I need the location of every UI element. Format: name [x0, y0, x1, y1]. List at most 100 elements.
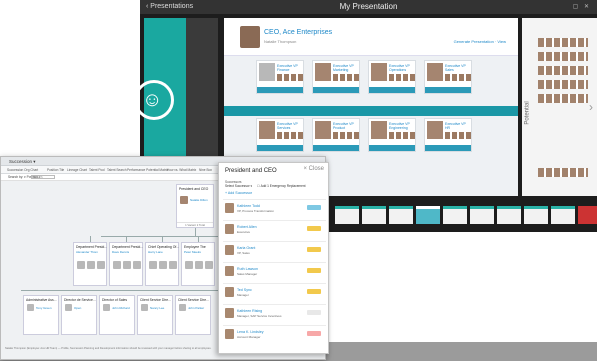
node-incumbent: Harry Lane: [148, 250, 163, 254]
avatar: [225, 308, 234, 318]
tab-performance-potential[interactable]: Performance Potential Matrix: [127, 168, 168, 172]
successor-name[interactable]: Lena K. Lindsley: [237, 330, 264, 334]
org-node[interactable]: Director of Sales John Richard: [99, 295, 135, 335]
successor-title: VP, Process Transformation: [237, 209, 274, 213]
successor-row[interactable]: Karla Grant VP, Sales: [223, 241, 326, 258]
tab-succession-org-chart[interactable]: Succession Org Chart: [7, 168, 38, 172]
succession-menu[interactable]: Succession ▾: [9, 159, 36, 165]
successor-name[interactable]: Karla Grant: [237, 246, 255, 250]
ceo-actions[interactable]: Generate Presentation · View: [454, 39, 506, 44]
avatar: [259, 121, 275, 139]
org-node[interactable]: Chief Operating Of... Harry Lane: [145, 242, 179, 286]
avatar: [27, 304, 34, 311]
close-panel-button[interactable]: × Close: [303, 166, 324, 172]
org-node[interactable]: Administrative Ass... Tony Green: [23, 295, 59, 335]
select-successor-dropdown[interactable]: Select Successor ▾: [225, 184, 252, 188]
avatar: [371, 121, 387, 139]
org-node[interactable]: Director de Service... Open: [61, 295, 97, 335]
avatar: [427, 121, 443, 139]
node-title: President and CEO: [179, 187, 209, 191]
node-incumbent: John Parker: [188, 306, 205, 310]
org-node[interactable]: Employee The Peter Meeks: [181, 242, 215, 286]
successor-thumbnails: [445, 132, 471, 139]
window-controls-icon[interactable]: ▢ ✕: [573, 3, 591, 10]
avatar: [315, 63, 331, 81]
successor-name[interactable]: Robert Allen: [237, 225, 257, 229]
avatar: [225, 329, 234, 339]
successor-name[interactable]: Ted Sync: [237, 288, 252, 292]
avatar: [259, 63, 275, 81]
avatar: [123, 261, 131, 269]
slide-person-card[interactable]: Executive VP Operations: [368, 60, 416, 94]
node-incumbent: Nancy Lee: [150, 306, 165, 310]
node-incumbent: Natalie Dillon: [190, 198, 208, 202]
avatar: [77, 261, 85, 269]
ceo-avatar: [240, 26, 260, 48]
filmstrip-slide[interactable]: [389, 206, 413, 224]
slide-person-card[interactable]: Executive VP Services: [256, 118, 304, 152]
node-title: Chief Operating Of...: [148, 245, 180, 249]
successor-name[interactable]: Kathleen Rising: [237, 309, 262, 313]
successor-name[interactable]: Kathleen Todd: [237, 204, 260, 208]
card-name: Executive VP Operations: [389, 64, 410, 72]
filmstrip-slide[interactable]: [362, 206, 386, 224]
successor-thumbnails: [389, 74, 415, 81]
filmstrip-slide[interactable]: [497, 206, 521, 224]
search-input[interactable]: Search: [31, 175, 55, 179]
org-node[interactable]: Client Service Dire... John Parker: [175, 295, 211, 335]
successor-row[interactable]: Ted Sync Manager: [223, 283, 326, 300]
add-successor-button[interactable]: + Add Successor: [225, 191, 252, 195]
slide-person-card[interactable]: Executive VP Finance: [256, 60, 304, 94]
successor-name[interactable]: Ruth Lawson: [237, 267, 258, 271]
org-node-ceo[interactable]: President and CEO Natalie Dillon 1 Vacan…: [176, 184, 214, 228]
readiness-badge: [307, 268, 321, 273]
successor-title: Manager: [237, 293, 249, 297]
card-status-bar: [313, 145, 359, 151]
org-node[interactable]: Department Presid... Dave Dennis: [109, 242, 143, 286]
slide-person-card[interactable]: Executive VP Product: [312, 118, 360, 152]
successor-row[interactable]: Lena K. Lindsley Account Manager: [223, 325, 326, 342]
presentation-title: My Presentation: [339, 2, 398, 11]
next-slide-preview[interactable]: Potential ›: [522, 18, 597, 196]
filmstrip-slide[interactable]: [578, 206, 597, 224]
successor-row[interactable]: Kathleen Todd VP, Process Transformation: [223, 199, 326, 216]
ceo-title[interactable]: CEO, Ace Enterprises: [264, 29, 332, 36]
slide-person-card[interactable]: Executive VP Engineering: [368, 118, 416, 152]
filmstrip-slide[interactable]: [524, 206, 548, 224]
avatar: [133, 261, 141, 269]
avatar: [149, 261, 157, 269]
emergency-replacement-checkbox[interactable]: ☐ Add 1 Emergency Replacement: [257, 184, 306, 188]
slide-person-card[interactable]: Executive VP Sales: [424, 60, 472, 94]
tab-talent-pool[interactable]: Talent Pool: [89, 168, 105, 172]
org-node[interactable]: Client Service Dire... Nancy Lee: [137, 295, 173, 335]
successor-thumbnails: [277, 74, 303, 81]
chevron-right-icon[interactable]: ›: [589, 100, 593, 114]
avatar: [159, 261, 167, 269]
readiness-badge: [307, 205, 321, 210]
tab-nine-box[interactable]: Nine Box: [199, 168, 212, 172]
card-name: Executive VP Product: [333, 122, 354, 130]
filmstrip-slide[interactable]: [335, 206, 359, 224]
successor-row[interactable]: Kathleen Rising Manager, SAP Service Ince…: [223, 304, 326, 321]
filmstrip-slide[interactable]: [443, 206, 467, 224]
tab-talent-search[interactable]: Talent Search: [107, 168, 127, 172]
thumbnail-row: [538, 52, 588, 61]
avatar: [113, 261, 121, 269]
slide-section-band: [224, 106, 518, 116]
slide-person-card[interactable]: Executive VP Marketing: [312, 60, 360, 94]
tab-how-vs-what[interactable]: How vs. What Matrix: [167, 168, 196, 172]
readiness-badge: [307, 247, 321, 252]
readiness-badge: [307, 289, 321, 294]
org-node[interactable]: Department Presid... Alexander Thom: [73, 242, 107, 286]
successor-row[interactable]: Ruth Lawson Sales Manager: [223, 262, 326, 279]
filmstrip-slide-selected[interactable]: [416, 206, 440, 224]
slide-person-card[interactable]: Executive VP HR: [424, 118, 472, 152]
tab-position-tile[interactable]: Position Tile: [47, 168, 64, 172]
node-title: Client Service Dire...: [140, 298, 171, 302]
filmstrip-slide[interactable]: [551, 206, 575, 224]
filmstrip-slide[interactable]: [470, 206, 494, 224]
successor-row[interactable]: Robert Allen Executive: [223, 220, 326, 237]
card-name: Executive VP Sales: [445, 64, 466, 72]
thumbnail-row: [538, 38, 588, 47]
tab-lineage-chart[interactable]: Lineage Chart: [67, 168, 87, 172]
